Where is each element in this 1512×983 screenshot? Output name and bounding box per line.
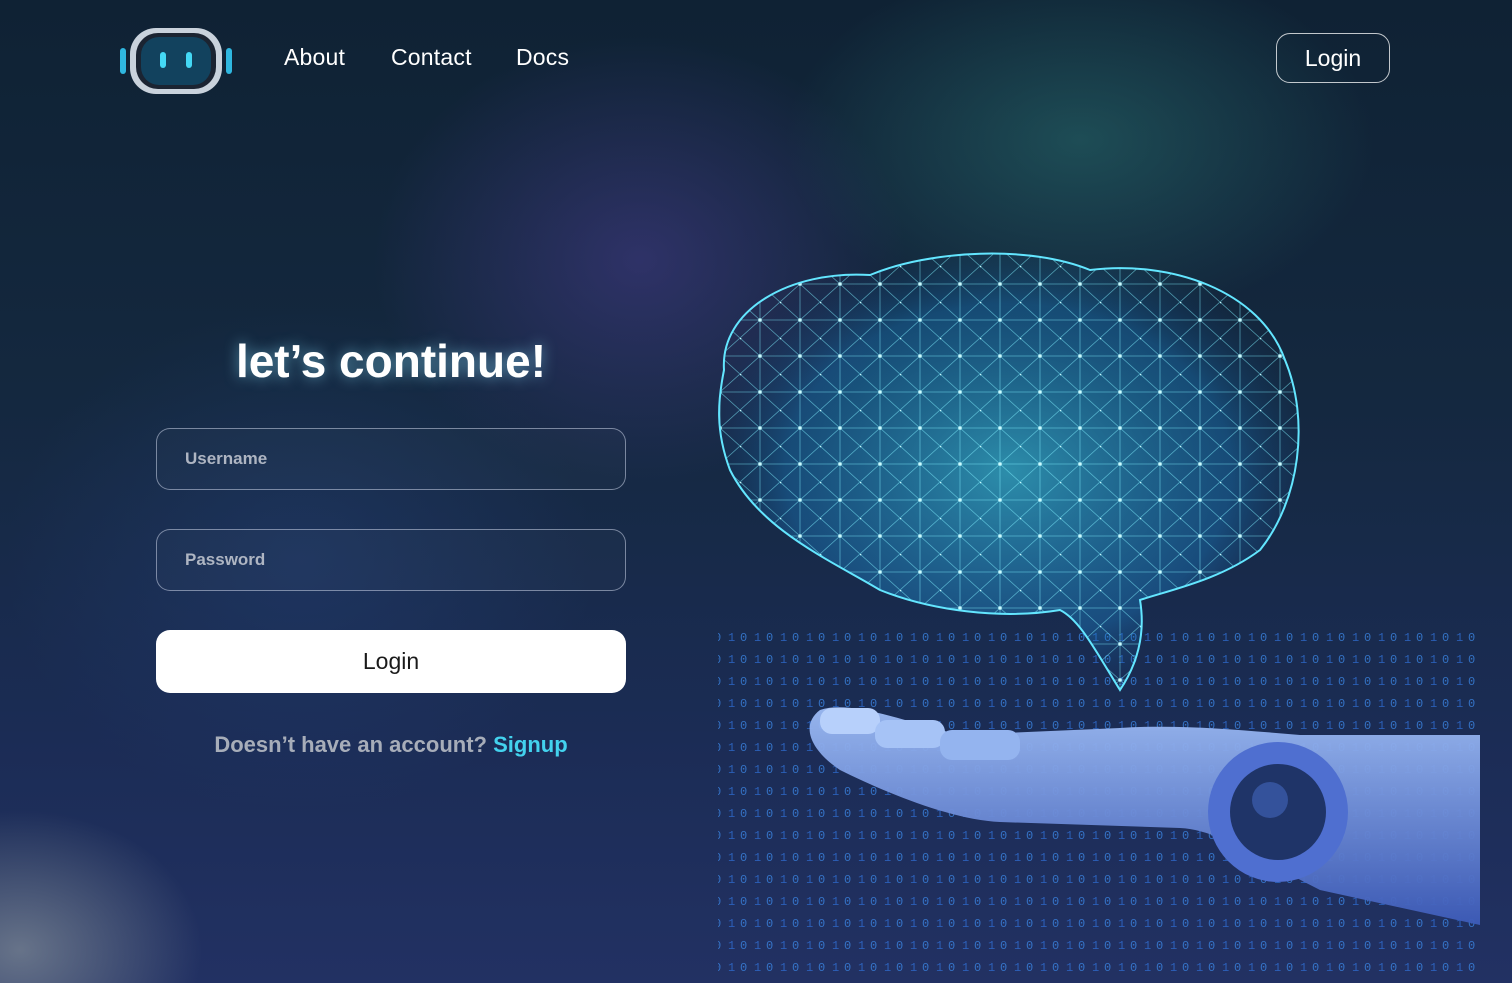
signup-prompt-line: Doesn’t have an account? Signup xyxy=(156,732,626,758)
signup-prompt-text: Doesn’t have an account? xyxy=(214,732,487,757)
top-navigation: About Contact Docs Login xyxy=(0,0,1512,120)
username-field xyxy=(156,428,626,490)
robot-head-icon[interactable] xyxy=(118,22,234,98)
nav-link-docs[interactable]: Docs xyxy=(516,44,569,71)
header-login-button[interactable]: Login xyxy=(1276,33,1390,83)
ai-brain-robot-hand-illustration: 1 0 xyxy=(718,252,1480,980)
signup-link[interactable]: Signup xyxy=(493,732,568,757)
page-title: let’s continue! xyxy=(235,335,547,387)
login-button[interactable]: Login xyxy=(156,630,626,693)
nav-link-about[interactable]: About xyxy=(284,44,345,71)
password-field xyxy=(156,529,626,591)
username-input[interactable] xyxy=(157,429,625,489)
nav-link-contact[interactable]: Contact xyxy=(391,44,472,71)
password-input[interactable] xyxy=(157,530,625,590)
